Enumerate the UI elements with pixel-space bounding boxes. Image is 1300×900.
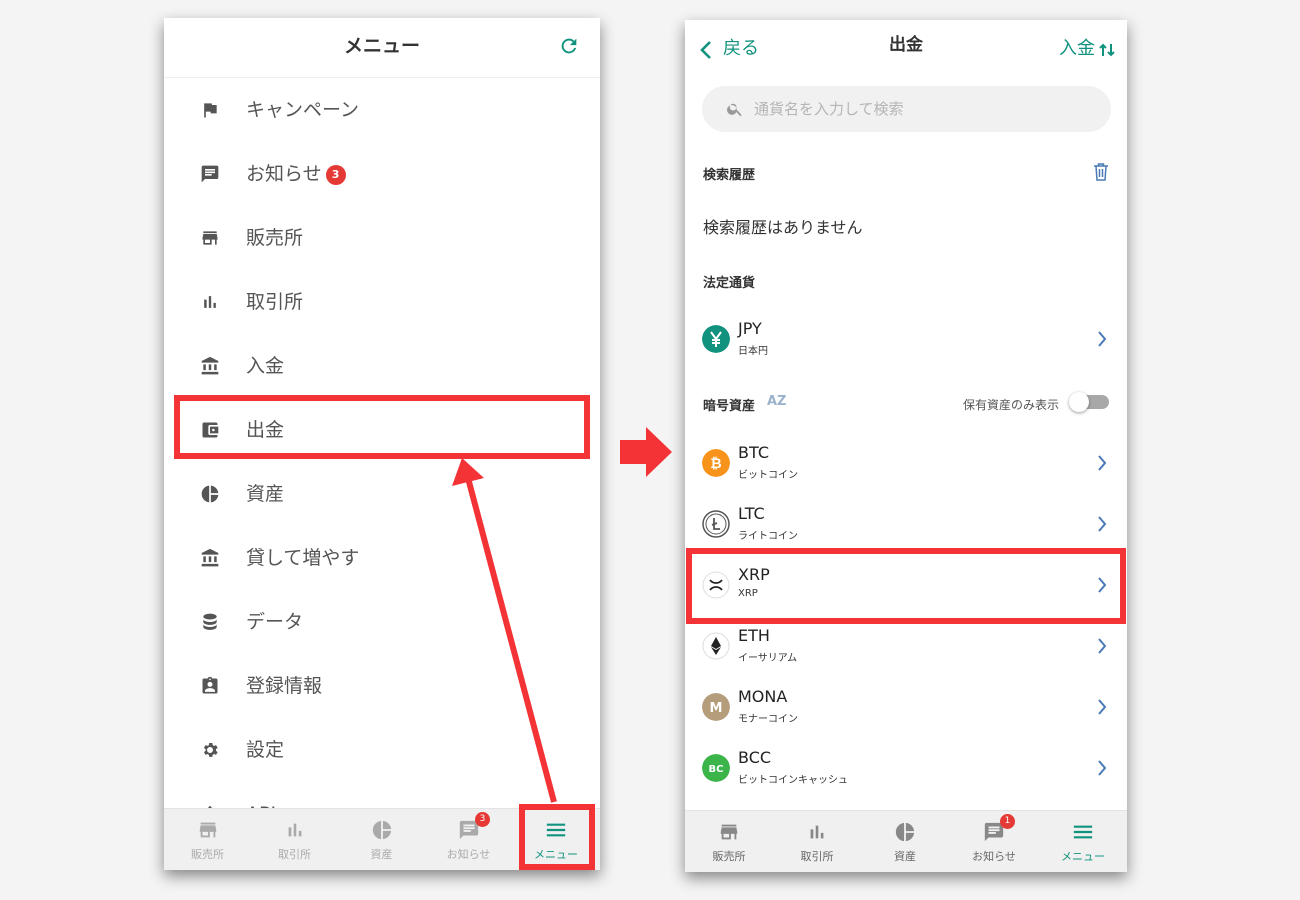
annotation-arrows: [452, 427, 672, 803]
up-arrow: [452, 458, 557, 803]
right-arrow-icon: [620, 427, 672, 477]
